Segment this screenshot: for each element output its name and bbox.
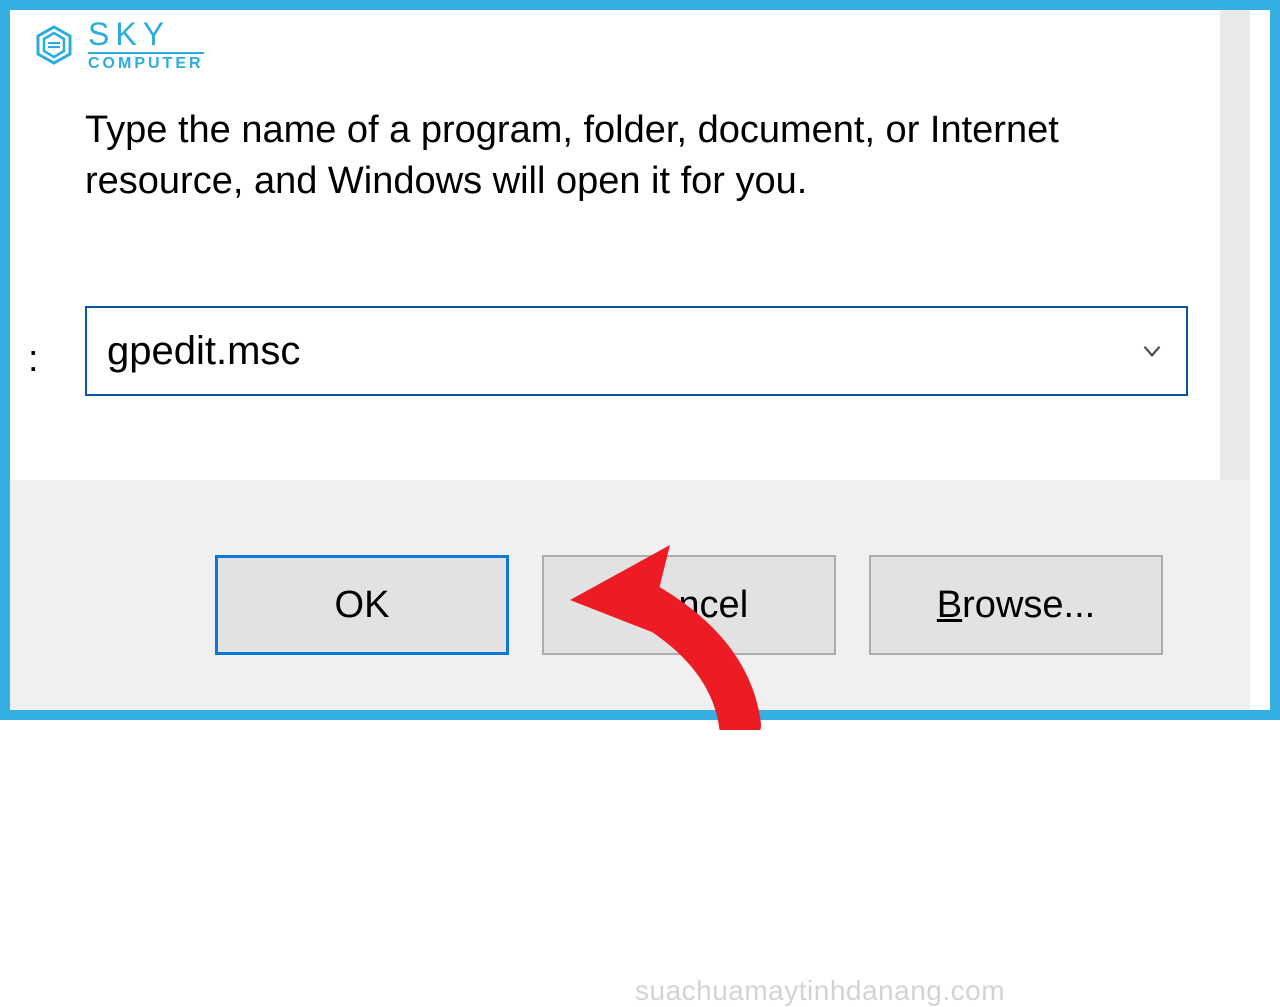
button-bar: suachuamaytinhdanang.com OK Cancel Brows… bbox=[10, 480, 1250, 710]
cancel-label: Cancel bbox=[630, 584, 748, 627]
ok-button[interactable]: OK bbox=[215, 555, 509, 655]
open-label-colon: : bbox=[28, 338, 39, 381]
cancel-button[interactable]: Cancel bbox=[542, 555, 836, 655]
ok-label: OK bbox=[335, 584, 390, 627]
run-dialog-description: Type the name of a program, folder, docu… bbox=[85, 105, 1135, 208]
run-dialog: Type the name of a program, folder, docu… bbox=[10, 10, 1270, 710]
open-input[interactable] bbox=[107, 329, 1138, 374]
logo-text-bottom: COMPUTER bbox=[88, 56, 204, 72]
chevron-down-icon[interactable] bbox=[1138, 337, 1166, 365]
watermark-text: suachuamaytinhdanang.com bbox=[635, 975, 1005, 1007]
logo-icon bbox=[30, 21, 78, 69]
image-frame: SKY COMPUTER Type the name of a program,… bbox=[0, 0, 1280, 720]
sky-computer-logo: SKY COMPUTER bbox=[30, 18, 204, 72]
logo-text-top: SKY bbox=[88, 18, 204, 54]
open-combobox[interactable] bbox=[85, 306, 1188, 396]
browse-label: Browse... bbox=[937, 584, 1095, 627]
browse-button[interactable]: Browse... bbox=[869, 555, 1163, 655]
